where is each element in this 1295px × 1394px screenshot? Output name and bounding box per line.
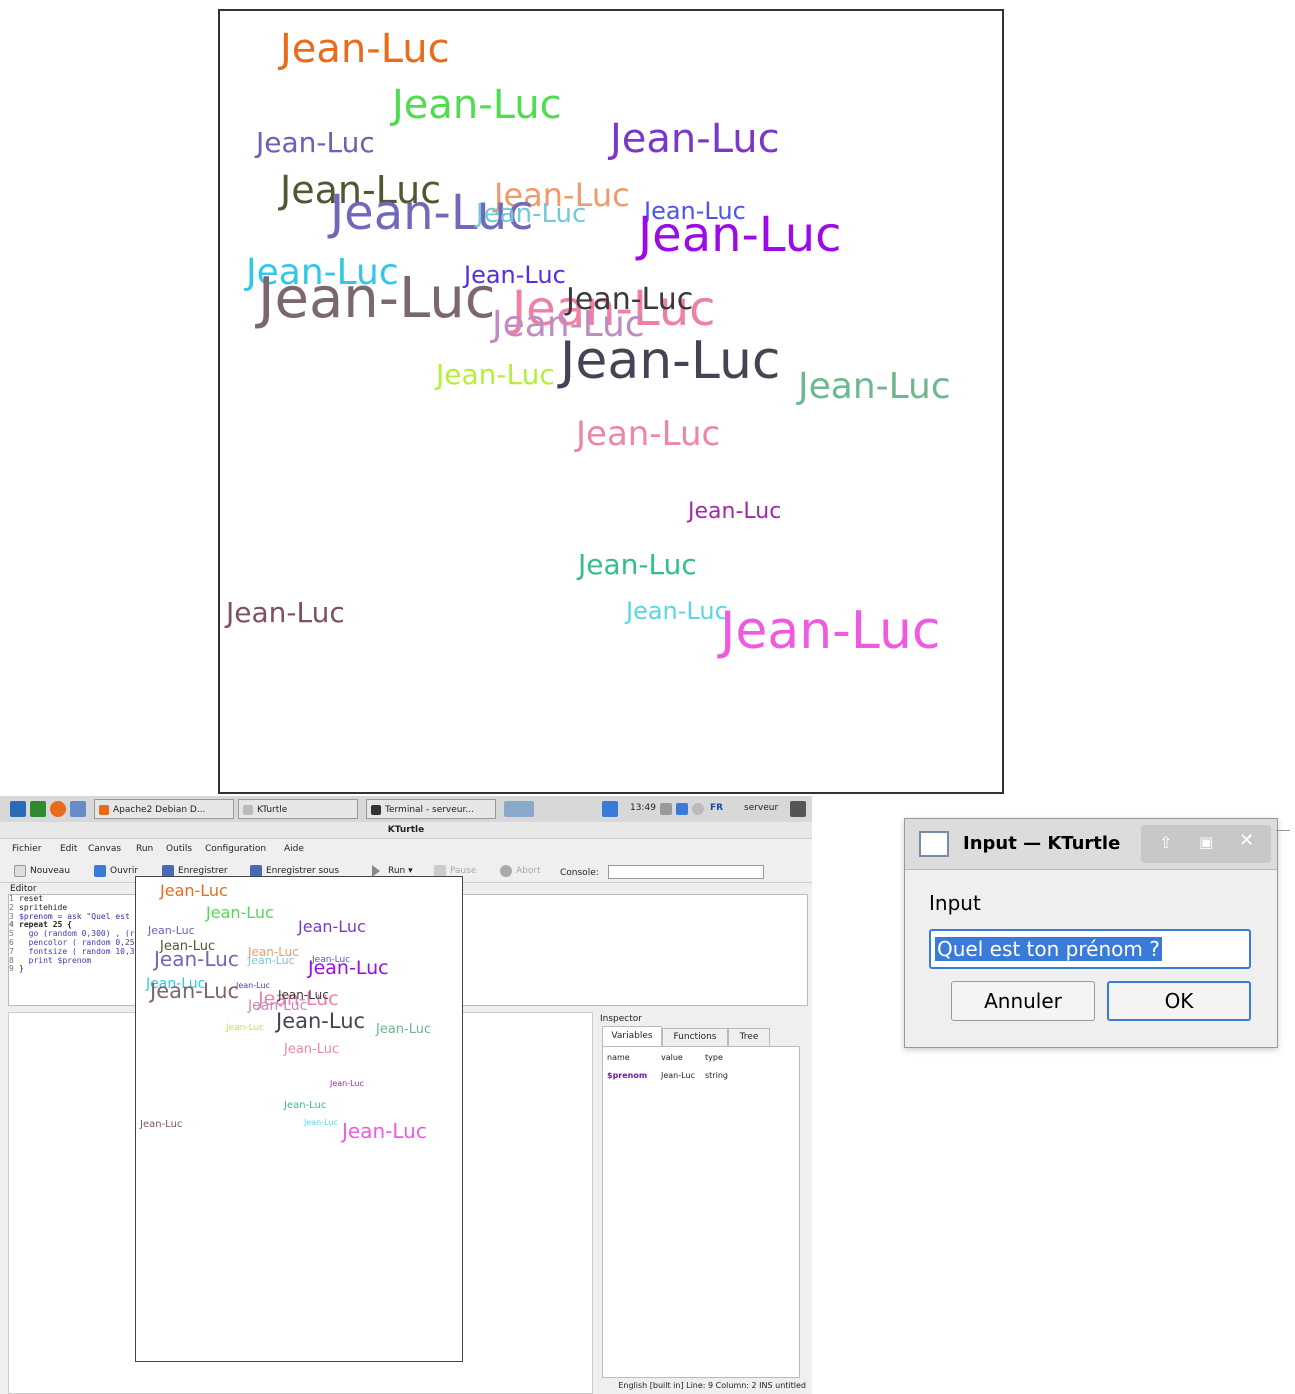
statusbar: English [built in] Line: 9 Column: 2 INS… [618,1381,806,1390]
canvas-small-word: Jean-Luc [150,979,240,1003]
abort-button[interactable]: Abort [500,864,541,878]
tab-functions[interactable]: Functions [662,1028,728,1048]
input-value: Quel est ton prénom ? [935,937,1162,961]
task-kturtle[interactable]: KTurtle [238,799,358,819]
tab-tree[interactable]: Tree [728,1028,770,1048]
folder-icon [94,865,106,877]
canvas-small-word: Jean-Luc [160,881,228,900]
console-input[interactable] [608,865,764,879]
canvas-large-word: Jean-Luc [798,366,951,407]
canvas-small-word: Jean-Luc [154,947,239,971]
power-icon[interactable] [790,801,806,817]
app-menu-icon[interactable] [10,801,26,817]
canvas-large-word: Jean-Luc [476,199,587,229]
close-icon[interactable]: ✕ [1239,830,1254,851]
new-button[interactable]: Nouveau [14,864,70,878]
canvas-large-word: Jean-Luc [258,266,496,331]
variables-table: name value type $prenom Jean-Luc string [602,1046,800,1378]
column-type[interactable]: type [705,1053,723,1062]
decorative-line [1276,830,1290,831]
input-dialog: Input — KTurtle ⇧ ▣ ✕ Input Quel est ton… [904,818,1278,1048]
canvas-large-word: Jean-Luc [436,358,555,391]
window-titlebar: KTurtle [0,822,812,839]
input-field[interactable]: Quel est ton prénom ? [929,929,1251,969]
canvas-large-word: Jean-Luc [280,26,450,72]
menu-edit[interactable]: Edit [60,844,77,854]
clipboard-icon[interactable] [676,803,688,815]
canvas-small-word: Jean-Luc [298,917,366,936]
canvas-large-word: Jean-Luc [226,596,345,629]
column-value[interactable]: value [661,1053,683,1062]
canvas-large-word: Jean-Luc [578,548,697,581]
canvas-large-word: Jean-Luc [256,126,375,159]
cancel-button[interactable]: Annuler [951,981,1095,1021]
open-button[interactable]: Ouvrir [94,864,138,878]
clock: 13:49 [630,803,656,813]
canvas-large-word: Jean-Luc [610,116,780,162]
dialog-titlebar: Input — KTurtle ⇧ ▣ ✕ [905,819,1277,870]
canvas-small-word: Jean-Luc [226,1023,265,1033]
turtle-canvas-small: Jean-Luc Jean-Luc Jean-Luc Jean-Luc Jean-Luc… [135,876,463,1362]
canvas-large-word: Jean-Luc [392,82,562,128]
ok-button[interactable]: OK [1107,981,1251,1021]
canvas-small-word: Jean-Luc [304,1118,338,1127]
canvas-large-word: Jean-Luc [638,207,842,263]
input-label: Input [929,891,981,915]
canvas-small-word: Jean-Luc [284,1042,340,1057]
var-value: Jean-Luc [661,1071,695,1080]
user-name[interactable]: serveur [744,803,778,813]
title-buttons: ⇧ ▣ ✕ [1141,825,1271,863]
volume-icon[interactable] [692,803,704,815]
editor-label: Editor [10,884,37,894]
keyboard-layout[interactable]: FR [710,803,723,813]
canvas-large-word: Jean-Luc [560,331,781,391]
menubar: Fichier Edit Canvas Run Outils Configura… [0,839,812,859]
terminal-launcher-icon[interactable] [30,801,46,817]
task-apache[interactable]: Apache2 Debian D... [94,799,234,819]
menu-configuration[interactable]: Configuration [205,844,266,854]
canvas-small-word: Jean-Luc [342,1119,427,1143]
menu-run[interactable]: Run [136,844,153,854]
console-label: Console: [560,868,599,878]
taskbar: Apache2 Debian D... KTurtle Terminal - s… [0,796,812,823]
files-launcher-icon[interactable] [70,801,86,817]
canvas-small-word: Jean-Luc [284,1100,327,1111]
tab-variables[interactable]: Variables [602,1026,662,1048]
window-icon [919,831,949,857]
canvas-small-word: Jean-Luc [140,1119,183,1130]
menu-tools[interactable]: Outils [166,844,192,854]
window-title: KTurtle [387,825,425,835]
canvas-large-word: Jean-Luc [688,499,782,524]
dialog-title: Input — KTurtle [963,833,1121,854]
var-name: $prenom [607,1071,648,1080]
var-type: string [705,1071,728,1080]
canvas-small-word: Jean-Luc [248,954,295,967]
canvas-small-word: Jean-Luc [308,957,389,979]
canvas-large-word: Jean-Luc [576,414,721,454]
menu-help[interactable]: Aide [284,844,304,854]
canvas-small-word: Jean-Luc [276,1009,366,1033]
menu-canvas[interactable]: Canvas [88,844,121,854]
inspector-title: Inspector [600,1014,642,1024]
task-terminal[interactable]: Terminal - serveur... [366,799,496,819]
menu-file[interactable]: Fichier [12,844,41,854]
canvas-small-word: Jean-Luc [330,1079,364,1088]
new-file-icon [14,865,26,877]
canvas-small-word: Jean-Luc [148,924,195,937]
maximize-icon[interactable]: ▣ [1199,833,1213,851]
canvas-large-word: Jean-Luc [626,597,728,625]
show-desktop-icon[interactable] [602,801,618,817]
keep-above-icon[interactable]: ⇧ [1159,833,1172,852]
network-icon[interactable] [660,803,672,815]
turtle-canvas-large: Jean-Luc Jean-Luc Jean-Luc Jean-Luc Jean-Luc… [218,9,1004,794]
firefox-launcher-icon[interactable] [50,801,66,817]
canvas-small-word: Jean-Luc [376,1022,432,1037]
inspector-pane: Inspector Variables Functions Tree name … [596,1012,812,1394]
workspace-switcher-icon[interactable] [504,801,534,817]
column-name[interactable]: name [607,1053,630,1062]
abort-icon [500,865,512,877]
canvas-small-word: Jean-Luc [206,903,274,922]
canvas-large-word: Jean-Luc [720,601,941,661]
